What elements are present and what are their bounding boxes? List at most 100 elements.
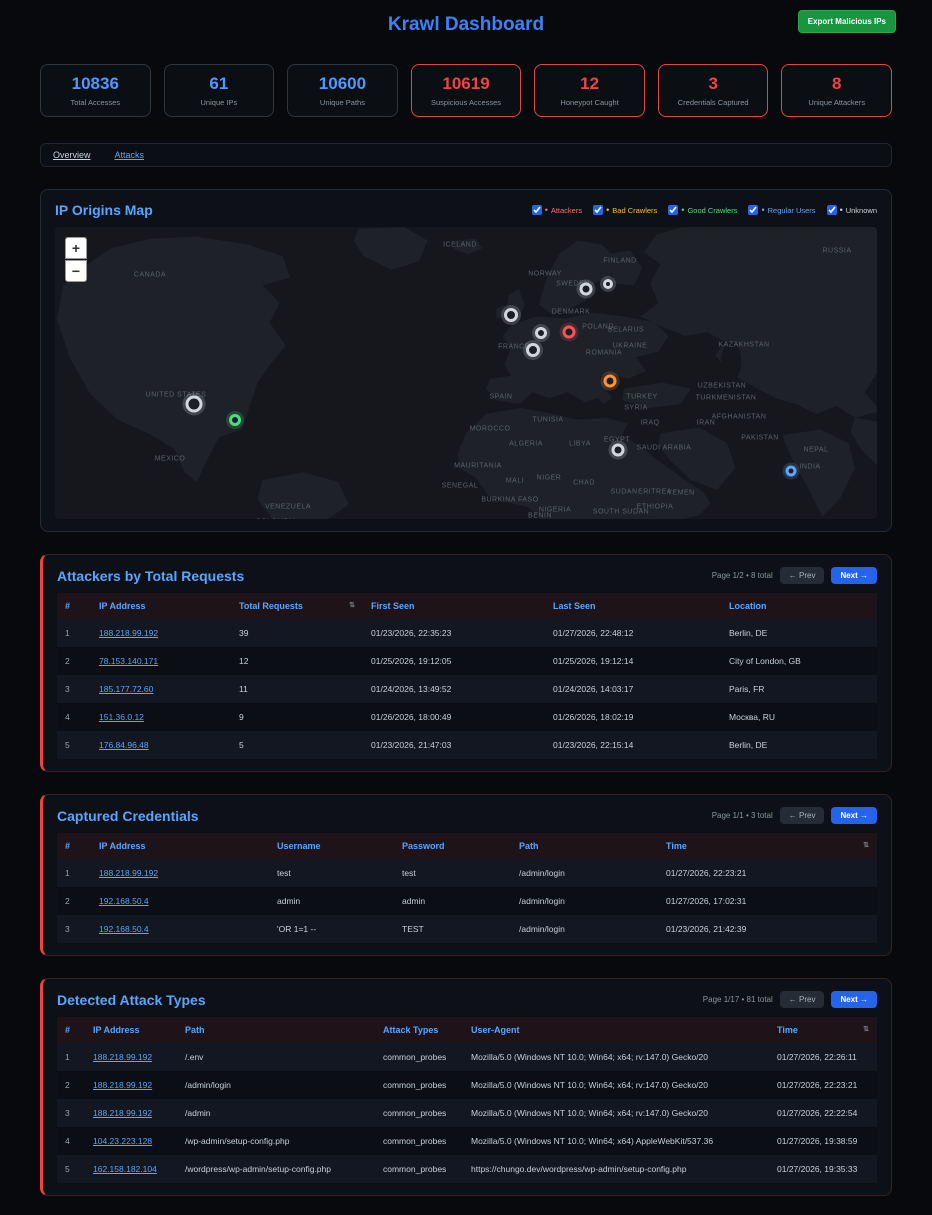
zoom-out-button[interactable]: − xyxy=(65,260,87,282)
legend-dot-icon: • xyxy=(761,206,764,215)
legend-checkbox[interactable] xyxy=(532,205,542,215)
map-marker-regular-user[interactable] xyxy=(786,466,797,477)
column-header[interactable]: IP Address xyxy=(85,1017,177,1043)
table-cell: 4 xyxy=(57,703,91,731)
next-button[interactable]: Next → xyxy=(831,991,877,1008)
prev-button[interactable]: ← Prev xyxy=(780,567,825,584)
ip-link[interactable]: 104.23.223.128 xyxy=(93,1136,152,1146)
table-cell: 5 xyxy=(57,1155,85,1183)
table-cell: 01/27/2026, 19:38:59 xyxy=(769,1127,877,1155)
table-cell: 01/25/2026, 19:12:14 xyxy=(545,647,721,675)
column-header[interactable]: User-Agent xyxy=(463,1017,769,1043)
map-marker-unknown[interactable] xyxy=(612,444,625,457)
table-cell: City of London, GB xyxy=(721,647,877,675)
legend-item-regular-users[interactable]: •Regular Users xyxy=(748,205,815,215)
ip-link[interactable]: 192.168.50.4 xyxy=(99,896,149,906)
ip-link[interactable]: 188.218.99.192 xyxy=(99,628,158,638)
legend-dot-icon: • xyxy=(681,206,684,215)
column-header[interactable]: Username xyxy=(269,833,394,859)
column-header[interactable]: Password xyxy=(394,833,511,859)
column-header[interactable]: Attack Types xyxy=(375,1017,463,1043)
sort-icon[interactable]: ⇅ xyxy=(349,601,355,609)
next-button[interactable]: Next → xyxy=(831,807,877,824)
table-cell: 5 xyxy=(231,731,363,759)
ip-link[interactable]: 188.218.99.192 xyxy=(93,1052,152,1062)
ip-cell: 104.23.223.128 xyxy=(85,1127,177,1155)
table-cell: /wordpress/wp-admin/setup-config.php xyxy=(177,1155,375,1183)
table-cell: admin xyxy=(269,887,394,915)
export-malicious-ips-button[interactable]: Export Malicious IPs xyxy=(798,10,896,33)
tab-overview[interactable]: Overview xyxy=(53,150,91,160)
map-marker-unknown[interactable] xyxy=(186,396,203,413)
column-header[interactable]: Last Seen xyxy=(545,593,721,619)
column-header[interactable]: IP Address xyxy=(91,833,269,859)
ip-link[interactable]: 78.153.140.171 xyxy=(99,656,158,666)
sort-icon[interactable]: ⇅ xyxy=(863,841,869,849)
table-row: 1188.218.99.192testtest/admin/login01/27… xyxy=(57,859,877,887)
table-cell: TEST xyxy=(394,915,511,943)
ip-link[interactable]: 188.218.99.192 xyxy=(93,1080,152,1090)
stat-value: 12 xyxy=(539,74,640,94)
legend-checkbox[interactable] xyxy=(827,205,837,215)
map-marker-unknown[interactable] xyxy=(526,343,540,357)
prev-button[interactable]: ← Prev xyxy=(780,991,825,1008)
map-title: IP Origins Map xyxy=(55,202,153,218)
table-cell: Mozilla/5.0 (Windows NT 10.0; Win64; x64… xyxy=(463,1127,769,1155)
table-cell: 12 xyxy=(231,647,363,675)
zoom-in-button[interactable]: + xyxy=(65,237,87,259)
column-header[interactable]: Time⇅ xyxy=(658,833,877,859)
stat-value: 10600 xyxy=(292,74,393,94)
map-marker-bad-crawler[interactable] xyxy=(604,375,617,388)
map-marker-unknown[interactable] xyxy=(603,279,613,289)
table-cell: common_probes xyxy=(375,1043,463,1071)
table-row: 2188.218.99.192/admin/logincommon_probes… xyxy=(57,1071,877,1099)
column-header[interactable]: # xyxy=(57,833,91,859)
map-marker-good-crawler[interactable] xyxy=(229,414,241,426)
map-marker-attacker[interactable] xyxy=(563,326,576,339)
ip-link[interactable]: 192.168.50.4 xyxy=(99,924,149,934)
ip-link[interactable]: 151.36.0.12 xyxy=(99,712,144,722)
prev-button[interactable]: ← Prev xyxy=(780,807,825,824)
world-map[interactable]: + − CANADAICELANDRUSSIANORWAYSWEDENFINLA… xyxy=(55,227,877,519)
column-header[interactable]: Path xyxy=(177,1017,375,1043)
legend-checkbox[interactable] xyxy=(748,205,758,215)
legend-checkbox[interactable] xyxy=(668,205,678,215)
column-header[interactable]: Total Requests⇅ xyxy=(231,593,363,619)
column-header[interactable]: # xyxy=(57,593,91,619)
stat-label: Honeypot Caught xyxy=(539,98,640,107)
legend-checkbox[interactable] xyxy=(593,205,603,215)
table-cell: 01/26/2026, 18:00:49 xyxy=(363,703,545,731)
legend-label: Attackers xyxy=(551,206,582,215)
map-marker-unknown[interactable] xyxy=(535,327,547,339)
tab-attacks[interactable]: Attacks xyxy=(115,150,145,160)
ip-link[interactable]: 188.218.99.192 xyxy=(93,1108,152,1118)
ip-link[interactable]: 185.177.72.60 xyxy=(99,684,153,694)
column-header[interactable]: IP Address xyxy=(91,593,231,619)
ip-link[interactable]: 176.84.96.48 xyxy=(99,740,149,750)
table-cell: 01/27/2026, 22:48:12 xyxy=(545,619,721,647)
column-header[interactable]: Path xyxy=(511,833,658,859)
stat-card-unique-attackers: 8 Unique Attackers xyxy=(781,64,892,117)
column-header[interactable]: First Seen xyxy=(363,593,545,619)
table-row: 3185.177.72.601101/24/2026, 13:49:5201/2… xyxy=(57,675,877,703)
legend-item-good-crawlers[interactable]: •Good Crawlers xyxy=(668,205,737,215)
legend-item-attackers[interactable]: •Attackers xyxy=(532,205,582,215)
table-cell: 'OR 1=1 -- xyxy=(269,915,394,943)
column-header[interactable]: Time⇅ xyxy=(769,1017,877,1043)
legend-item-unknown[interactable]: •Unknown xyxy=(827,205,877,215)
table-cell: Mozilla/5.0 (Windows NT 10.0; Win64; x64… xyxy=(463,1071,769,1099)
table-cell: 3 xyxy=(57,1099,85,1127)
next-button[interactable]: Next → xyxy=(831,567,877,584)
column-header[interactable]: # xyxy=(57,1017,85,1043)
legend-item-bad-crawlers[interactable]: •Bad Crawlers xyxy=(593,205,657,215)
sort-icon[interactable]: ⇅ xyxy=(863,1025,869,1033)
stat-label: Credentials Captured xyxy=(663,98,764,107)
column-header[interactable]: Location xyxy=(721,593,877,619)
table-cell: 11 xyxy=(231,675,363,703)
table-cell: /admin/login xyxy=(511,859,658,887)
map-marker-unknown[interactable] xyxy=(580,283,593,296)
map-marker-unknown[interactable] xyxy=(504,308,518,322)
table-cell: 01/25/2026, 19:12:05 xyxy=(363,647,545,675)
ip-link[interactable]: 162.158.182.104 xyxy=(93,1164,157,1174)
ip-link[interactable]: 188.218.99.192 xyxy=(99,868,158,878)
